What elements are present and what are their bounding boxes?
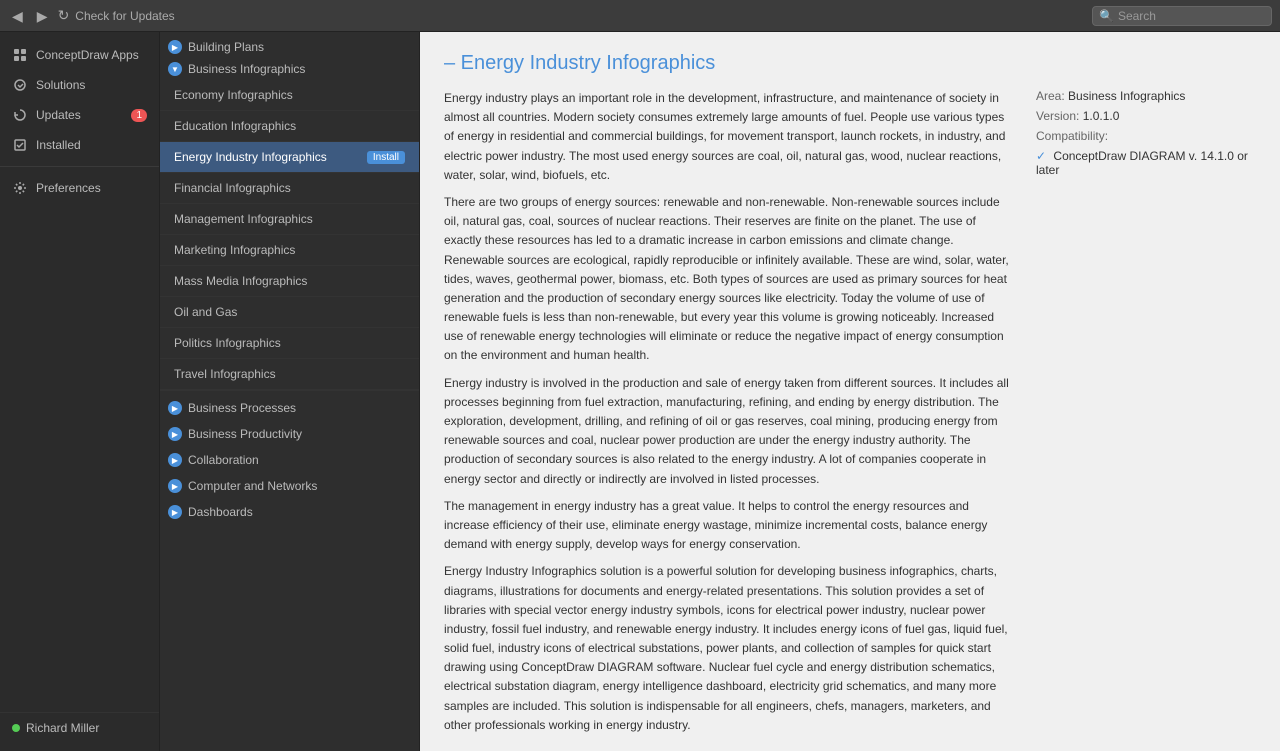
sidebar-item-apps[interactable]: ConceptDraw Apps xyxy=(0,40,159,70)
sidebar-item-preferences[interactable]: Preferences xyxy=(0,173,159,203)
category-building-plans[interactable]: ▶ Building Plans xyxy=(160,36,419,58)
middle-panel: ▶ Building Plans ▼ Business Infographics… xyxy=(160,32,420,751)
sidebar-apps-label: ConceptDraw Apps xyxy=(36,48,139,62)
search-box: 🔍 xyxy=(1092,6,1272,26)
list-item-travel[interactable]: Travel Infographics xyxy=(160,359,419,390)
cat-dashboards-label: Dashboards xyxy=(188,505,253,519)
compat-label: Compatibility: xyxy=(1036,129,1108,143)
search-icon: 🔍 xyxy=(1099,9,1114,23)
refresh-icon[interactable]: ↻ xyxy=(58,7,70,24)
list-item-oil-gas[interactable]: Oil and Gas xyxy=(160,297,419,328)
bullet-collaboration: ▶ xyxy=(168,453,182,467)
meta-version: Version: 1.0.1.0 xyxy=(1036,109,1256,123)
sidebar-item-solutions[interactable]: Solutions xyxy=(0,70,159,100)
paragraph-5: Energy Industry Infographics solution is… xyxy=(444,562,1016,735)
compat-checkmark: ✓ xyxy=(1036,149,1046,163)
bullet-business-infographics: ▼ xyxy=(168,62,182,76)
search-input[interactable] xyxy=(1118,9,1265,23)
bullet-business-productivity: ▶ xyxy=(168,427,182,441)
paragraph-1: Energy industry plays an important role … xyxy=(444,89,1016,185)
category-business-infographics-label: Business Infographics xyxy=(188,62,305,76)
area-value-text: Business Infographics xyxy=(1068,89,1185,103)
updates-icon xyxy=(12,107,28,123)
forward-button[interactable]: ▶ xyxy=(33,7,52,25)
install-badge: Install xyxy=(367,151,405,164)
sidebar-installed-label: Installed xyxy=(36,138,81,152)
version-value-text: 1.0.1.0 xyxy=(1083,109,1120,123)
category-business-infographics[interactable]: ▼ Business Infographics xyxy=(160,58,419,80)
cat-business-productivity[interactable]: ▶ Business Productivity xyxy=(160,421,419,447)
updates-badge: 1 xyxy=(131,109,147,122)
sidebar: ConceptDraw Apps Solutions Updates 1 Ins… xyxy=(0,32,160,751)
solutions-icon xyxy=(12,77,28,93)
bullet-dashboards: ▶ xyxy=(168,505,182,519)
list-item-financial[interactable]: Financial Infographics xyxy=(160,173,419,204)
version-label: Version: xyxy=(1036,109,1079,123)
cat-dashboards[interactable]: ▶ Dashboards xyxy=(160,499,419,525)
compat-value-text: ConceptDraw DIAGRAM v. 14.1.0 or later xyxy=(1036,149,1248,177)
cat-computer-networks[interactable]: ▶ Computer and Networks xyxy=(160,473,419,499)
area-label: Area: xyxy=(1036,89,1065,103)
main-layout: ConceptDraw Apps Solutions Updates 1 Ins… xyxy=(0,32,1280,751)
list-item-management[interactable]: Management Infographics xyxy=(160,204,419,235)
list-item-energy[interactable]: Energy Industry Infographics Install xyxy=(160,142,419,173)
sidebar-separator xyxy=(0,166,159,167)
user-status-dot xyxy=(12,724,20,732)
list-item-politics[interactable]: Politics Infographics xyxy=(160,328,419,359)
cat-business-processes-label: Business Processes xyxy=(188,401,296,415)
sidebar-item-updates[interactable]: Updates 1 xyxy=(0,100,159,130)
sidebar-preferences-label: Preferences xyxy=(36,181,101,195)
list-item-economy[interactable]: Economy Infographics xyxy=(160,80,419,111)
user-name: Richard Miller xyxy=(26,721,99,735)
bullet-computer-networks: ▶ xyxy=(168,479,182,493)
bottom-categories: ▶ Business Processes ▶ Business Producti… xyxy=(160,390,419,529)
list-item-mass-media[interactable]: Mass Media Infographics xyxy=(160,266,419,297)
content-meta-sidebar: Area: Business Infographics Version: 1.0… xyxy=(1036,89,1256,743)
meta-compat-value: ✓ ConceptDraw DIAGRAM v. 14.1.0 or later xyxy=(1036,149,1256,177)
back-button[interactable]: ◀ xyxy=(8,7,27,25)
category-building-plans-label: Building Plans xyxy=(188,40,264,54)
content-main: Energy industry plays an important role … xyxy=(444,89,1016,743)
check-updates-link[interactable]: Check for Updates xyxy=(75,9,174,23)
meta-compat: Compatibility: xyxy=(1036,129,1256,143)
bullet-building-plans: ▶ xyxy=(168,40,182,54)
gear-icon xyxy=(12,180,28,196)
cat-collaboration-label: Collaboration xyxy=(188,453,259,467)
cat-business-processes[interactable]: ▶ Business Processes xyxy=(160,395,419,421)
sidebar-solutions-label: Solutions xyxy=(36,78,85,92)
cat-computer-networks-label: Computer and Networks xyxy=(188,479,317,493)
meta-area: Area: Business Infographics xyxy=(1036,89,1256,103)
apps-icon xyxy=(12,47,28,63)
paragraph-2: There are two groups of energy sources: … xyxy=(444,193,1016,366)
content-area: – Energy Industry Infographics Energy in… xyxy=(420,32,1280,751)
content-inner: – Energy Industry Infographics Energy in… xyxy=(420,32,1280,751)
page-title: – Energy Industry Infographics xyxy=(444,52,1256,75)
bullet-business-processes: ▶ xyxy=(168,401,182,415)
install-button-wrap: Install this solution xyxy=(444,743,1256,751)
middle-list: ▶ Building Plans ▼ Business Infographics… xyxy=(160,32,419,751)
list-item-marketing[interactable]: Marketing Infographics xyxy=(160,235,419,266)
paragraph-3: Energy industry is involved in the produ… xyxy=(444,374,1016,489)
content-body: Energy industry plays an important role … xyxy=(444,89,1256,743)
cat-collaboration[interactable]: ▶ Collaboration xyxy=(160,447,419,473)
sidebar-updates-label: Updates xyxy=(36,108,81,122)
paragraph-4: The management in energy industry has a … xyxy=(444,497,1016,555)
sidebar-item-installed[interactable]: Installed xyxy=(0,130,159,160)
installed-icon xyxy=(12,137,28,153)
list-item-education[interactable]: Education Infographics xyxy=(160,111,419,142)
topbar: ◀ ▶ ↻ Check for Updates 🔍 xyxy=(0,0,1280,32)
user-section: Richard Miller xyxy=(0,712,159,743)
cat-business-productivity-label: Business Productivity xyxy=(188,427,302,441)
